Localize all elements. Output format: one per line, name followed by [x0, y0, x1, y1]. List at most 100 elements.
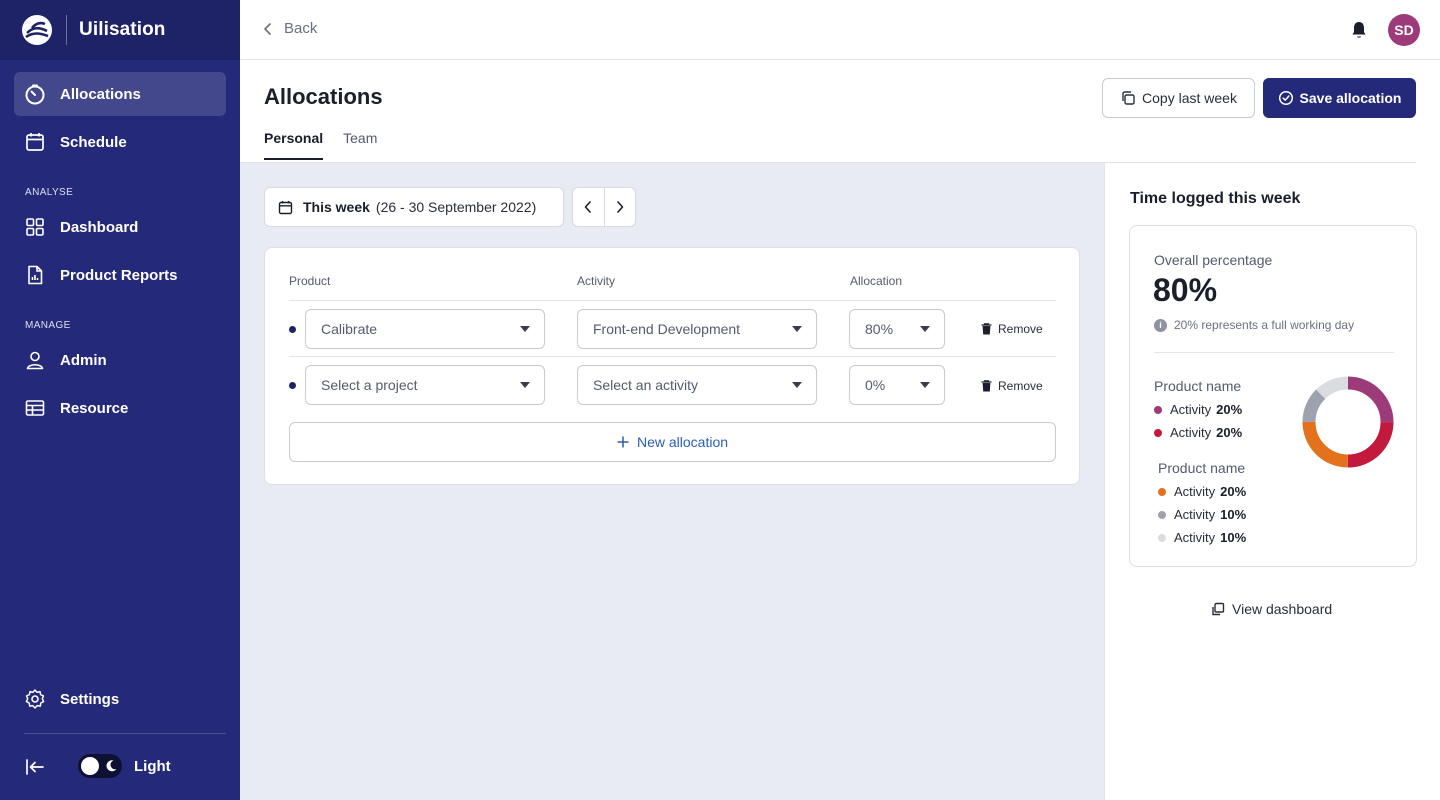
tab-personal[interactable]: Personal: [264, 130, 324, 160]
sidebar-item-settings[interactable]: Settings: [14, 677, 226, 721]
legend-item: Activity 10%: [1158, 530, 1246, 545]
overall-percentage-value: 80%: [1153, 272, 1218, 308]
theme-toggle[interactable]: [78, 754, 122, 778]
new-allocation-label: New allocation: [636, 434, 729, 450]
sidebar-item-product-reports[interactable]: Product Reports: [14, 253, 226, 297]
legend-percent: 20%: [1216, 425, 1243, 440]
allocation-select[interactable]: 80%: [849, 309, 945, 349]
legend-item: Activity 20%: [1158, 484, 1246, 499]
overall-note: i 20% represents a full working day: [1154, 318, 1354, 332]
legend-item: Activity 10%: [1158, 507, 1246, 522]
remove-button[interactable]: Remove: [981, 322, 1043, 336]
copy-icon: [1212, 602, 1225, 615]
product-group-name: Product name: [1158, 460, 1246, 476]
avatar[interactable]: SD: [1388, 14, 1420, 46]
summary-card: Overall percentage 80% i 20% represents …: [1129, 225, 1417, 567]
sidebar-item-label: Schedule: [60, 133, 127, 151]
trash-icon: [981, 323, 992, 335]
toggle-knob: [81, 757, 99, 775]
legend-item: Activity 20%: [1154, 402, 1242, 417]
sidebar-item-dashboard[interactable]: Dashboard: [14, 205, 226, 249]
product-select-value: Calibrate: [321, 321, 378, 337]
next-week-button[interactable]: [603, 188, 636, 226]
copy-icon: [1122, 91, 1135, 105]
sidebar-item-resource[interactable]: Resource: [14, 386, 226, 430]
legend-dot: [1154, 428, 1162, 437]
row-bullet: [289, 382, 296, 389]
trash-icon: [981, 380, 992, 392]
overall-note-text: 20% represents a full working day: [1174, 318, 1355, 332]
copy-last-week-label: Copy last week: [1142, 90, 1237, 106]
copy-last-week-button[interactable]: Copy last week: [1102, 78, 1255, 118]
sidebar: Uilisation Allocations Schedule ANALYSE …: [0, 0, 240, 800]
week-label: This week: [303, 199, 370, 215]
collapse-sidebar-icon[interactable]: [24, 756, 46, 778]
bell-icon[interactable]: [1350, 20, 1368, 45]
brand-divider: [66, 15, 67, 45]
caret-down-icon: [920, 326, 930, 332]
product-select[interactable]: Calibrate: [305, 309, 545, 349]
caret-down-icon: [520, 326, 530, 332]
user-icon: [24, 349, 46, 371]
back-link[interactable]: Back: [262, 20, 317, 37]
allocation-select-value: 0%: [865, 377, 886, 393]
legend-dot: [1154, 405, 1162, 414]
legend-percent: 20%: [1216, 402, 1243, 417]
product-select[interactable]: Select a project: [305, 365, 545, 405]
view-dashboard-label: View dashboard: [1232, 601, 1333, 617]
plus-icon: [617, 436, 629, 448]
gear-icon: [24, 688, 46, 710]
summary-panel: Time logged this week Overall percentage…: [1104, 163, 1440, 800]
report-icon: [24, 264, 46, 286]
remove-label: Remove: [998, 322, 1043, 336]
legend-label: Activity: [1170, 402, 1212, 417]
week-navigation: [572, 187, 636, 227]
info-icon: i: [1154, 318, 1167, 332]
allocation-select-value: 80%: [865, 321, 894, 337]
activity-select[interactable]: Select an activity: [577, 365, 817, 405]
app-name: Uilisation: [79, 19, 166, 40]
sidebar-item-admin[interactable]: Admin: [14, 338, 226, 382]
sidebar-item-label: Resource: [60, 399, 129, 417]
activity-select[interactable]: Front-end Development: [577, 309, 817, 349]
legend-percent: 10%: [1220, 530, 1247, 545]
chevron-left-icon: [584, 201, 592, 213]
brand: Uilisation: [0, 0, 240, 60]
legend-percent: 20%: [1220, 484, 1247, 499]
row-bullet: [289, 326, 296, 333]
caret-down-icon: [792, 326, 802, 332]
logo-icon: [22, 15, 52, 45]
new-allocation-button[interactable]: New allocation: [289, 422, 1056, 462]
back-label: Back: [284, 20, 318, 37]
save-allocation-button[interactable]: Save allocation: [1263, 78, 1416, 118]
remove-button[interactable]: Remove: [981, 379, 1043, 393]
week-range: (26 - 30 September 2022): [375, 199, 537, 215]
column-header-activity: Activity: [577, 274, 616, 288]
caret-down-icon: [920, 382, 930, 388]
sidebar-item-label: Admin: [60, 351, 107, 369]
legend-percent: 10%: [1220, 507, 1247, 522]
activity-select-value: Select an activity: [593, 377, 699, 393]
sidebar-item-label: Settings: [60, 690, 120, 708]
sidebar-item-schedule[interactable]: Schedule: [14, 120, 226, 164]
tab-bar: Personal Team: [264, 130, 397, 160]
legend-item: Activity 20%: [1154, 425, 1242, 440]
theme-label: Light: [134, 758, 171, 775]
view-dashboard-link[interactable]: View dashboard: [1210, 601, 1332, 617]
table-icon: [24, 397, 46, 419]
sidebar-item-label: Allocations: [60, 85, 141, 103]
tab-team[interactable]: Team: [343, 130, 377, 160]
overall-percentage-label: Overall percentage: [1154, 252, 1273, 268]
timer-icon: [24, 83, 46, 105]
legend-dot: [1158, 487, 1166, 496]
sidebar-divider: [24, 733, 226, 734]
section-label-analyse: ANALYSE: [25, 187, 74, 198]
sidebar-item-allocations[interactable]: Allocations: [14, 72, 226, 116]
allocation-select[interactable]: 0%: [849, 365, 945, 405]
column-header-product: Product: [289, 274, 331, 288]
week-picker[interactable]: This week (26 - 30 September 2022): [264, 187, 564, 227]
sidebar-item-label: Dashboard: [60, 218, 139, 236]
previous-week-button[interactable]: [573, 188, 604, 226]
legend-label: Activity: [1174, 484, 1216, 499]
main-content: This week (26 - 30 September 2022) Produ…: [240, 163, 1104, 800]
